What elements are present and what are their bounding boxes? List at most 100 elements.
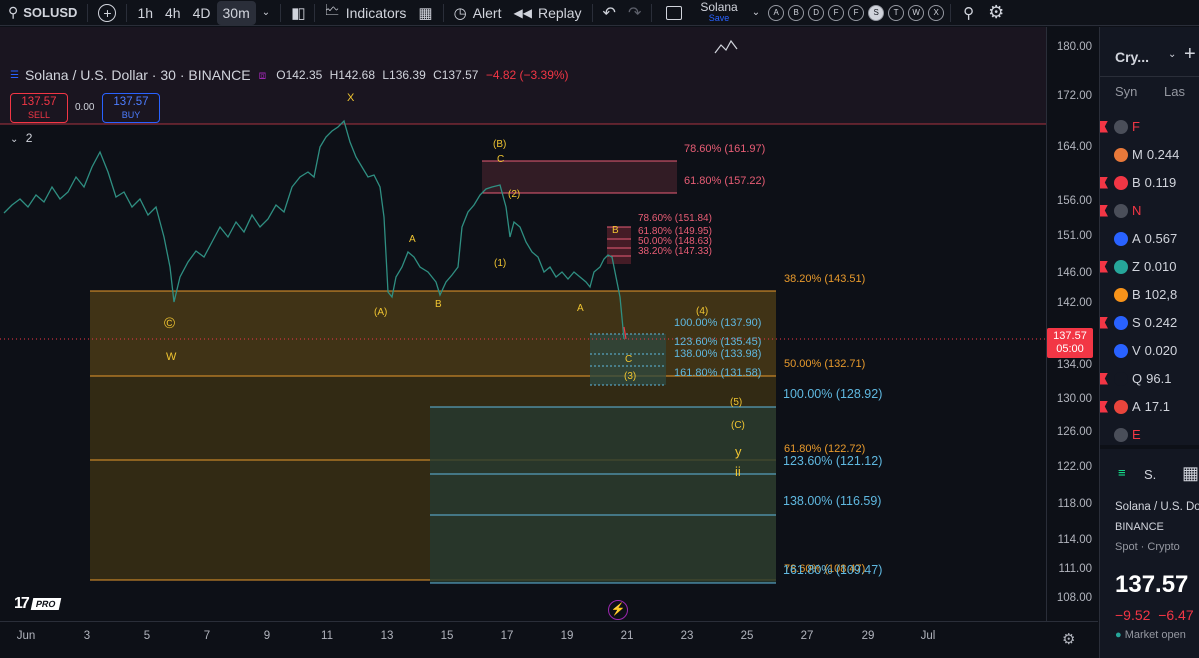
watchlist-title[interactable]: Cry... [1115,49,1149,65]
layout-menu[interactable]: Solana Save [692,1,745,25]
watchlist-row[interactable]: B 102,8 [1100,281,1199,308]
tradingview-logo[interactable]: 17 PRO [14,595,61,613]
layout-button-x-8[interactable]: X [928,4,945,21]
layout-button-s-5[interactable]: S [868,4,885,21]
watchlist-price: 17.1 [1144,399,1170,414]
watchlist-row[interactable]: V 0.020 [1100,337,1199,364]
watchlist-row[interactable]: E [1100,421,1199,448]
layout-grid-icon[interactable]: ▦ [1182,463,1199,484]
auto-scale-button[interactable]: ⚙ [1062,630,1075,648]
layout-button-d-2[interactable]: D [808,4,825,21]
layout-dropdown[interactable]: ⌄ [746,1,766,25]
watchlist-symbol: A [1132,399,1141,414]
price-tick: 111.00 [1058,563,1092,575]
detail-symbol[interactable]: S. [1144,467,1156,482]
wave-label-b1: B [435,299,442,310]
watchlist-row[interactable]: A 17.1 [1100,393,1199,420]
interval-dropdown[interactable]: ⌄ [256,1,276,25]
sell-label: SELL [27,110,51,120]
alert-button[interactable]: ◷ Alert [448,1,508,25]
col-last[interactable]: Las [1164,84,1185,99]
layout-button-f-3[interactable]: F [828,4,845,21]
watchlist-symbol: B [1132,287,1141,302]
watchlist-price: 0.119 [1144,175,1177,190]
symbol-search[interactable]: ⚲ SOLUSD [0,1,83,25]
sell-button[interactable]: 137.57 SELL [10,93,68,123]
flag-icon[interactable] [1100,316,1108,329]
flag-icon[interactable] [1100,233,1108,245]
fullscreen-button[interactable] [656,1,692,25]
flag-icon[interactable] [1100,176,1108,189]
price-tick: 130.00 [1056,393,1092,405]
settings-button[interactable]: ⚙ [982,1,1010,25]
chevron-down-icon[interactable]: ⌄ [1168,49,1176,60]
layout-button-t-6[interactable]: T [888,4,905,21]
undo-button[interactable]: ↶ [597,1,622,25]
compare-button[interactable]: + [92,1,122,25]
watchlist-symbol: Z [1132,259,1140,274]
watchlist-row[interactable]: A 0.567 [1100,225,1199,252]
watchlist-row[interactable]: Z 0.010 [1100,253,1199,280]
market-status: ● Market open [1115,629,1186,641]
watchlist-row[interactable]: F [1100,113,1199,140]
interval-4h[interactable]: 4h [159,1,187,25]
fib-extension-zone [430,407,776,583]
interval-4d[interactable]: 4D [187,1,217,25]
layout-button-a-0[interactable]: A [768,4,785,21]
watchlist-row[interactable]: M 0.244 [1100,141,1199,168]
flag-icon[interactable] [1100,372,1108,385]
flag-icon[interactable] [1100,289,1108,301]
flag-icon[interactable] [1100,345,1108,357]
watchlist-row[interactable]: B 0.119 [1100,169,1199,196]
indicators-collapse-toggle[interactable]: ⌄ 2 [10,131,32,145]
price-tick: 114.00 [1057,534,1092,546]
replay-button[interactable]: ◀◀ Replay [507,1,587,25]
templates-button[interactable]: ▦ [412,1,438,25]
interval-30m[interactable]: 30m [216,0,256,25]
alert-label: Alert [472,4,502,21]
indicators-button[interactable]: 🗠 Indicators [319,1,413,25]
wave-label-1: (1) [494,258,507,269]
grid-icon: ▦ [418,4,433,22]
watchlist-row[interactable]: S 0.242 [1100,309,1199,336]
buy-button[interactable]: 137.57 BUY [102,93,160,123]
flag-icon[interactable] [1100,120,1108,133]
add-symbol-icon[interactable]: + [1184,43,1196,66]
chart-type-button[interactable]: ▮▯ [285,1,310,25]
lightning-icon[interactable]: ⚡ [608,600,628,620]
interval-1h[interactable]: 1h [131,1,159,25]
price-scale[interactable]: 180.00 172.00 164.00 156.00 151.00 146.00 142.… [1046,27,1098,621]
share-icon[interactable]: ⧈ [259,68,267,83]
divider [126,3,128,22]
flag-icon[interactable] [1100,400,1108,413]
search-icon: ⚲ [963,4,975,22]
flag-icon[interactable] [1100,204,1108,217]
flag-icon[interactable] [1100,260,1108,273]
rewind-icon: ◀◀ [513,5,532,20]
legend-title[interactable]: Solana / U.S. Dollar · 30 · BINANCE [25,67,251,83]
replay-label: Replay [537,4,582,21]
wave-label-y: y [735,444,742,459]
col-symbol[interactable]: Syn [1115,84,1137,99]
layout-button-b-1[interactable]: B [788,4,805,21]
flag-icon[interactable] [1100,429,1108,441]
quick-search-button[interactable]: ⚲ [955,1,982,25]
time-scale[interactable]: ⚙ Jun 3 5 7 9 11 13 15 17 19 21 23 25 27 29 Jul [0,621,1098,658]
price-tick: 122.00 [1056,461,1092,473]
watchlist-price: 0.242 [1144,315,1178,330]
watchlist-price: 0.010 [1143,259,1177,274]
low-value: L136.39 [382,68,426,82]
flag-icon[interactable] [1100,149,1108,161]
divider [950,3,952,22]
layout-save[interactable]: Save [709,13,730,24]
layout-button-w-7[interactable]: W [908,4,925,21]
layout-button-f-4[interactable]: F [848,4,865,21]
watchlist-row[interactable]: Q 96.1 [1100,365,1199,392]
wave-label-c-top: C [497,154,505,165]
redo-button[interactable]: ↷ [622,1,647,25]
time-tick: Jun [16,630,36,642]
watchlist-row[interactable]: N [1100,197,1199,224]
elliott-wave-tool-icon[interactable] [712,37,740,59]
chart-pane[interactable]: ☰ Solana / U.S. Dollar · 30 · BINANCE ⧈ … [0,27,1046,621]
fib-label-mid-786: 78.60% (151.84) [638,213,712,224]
